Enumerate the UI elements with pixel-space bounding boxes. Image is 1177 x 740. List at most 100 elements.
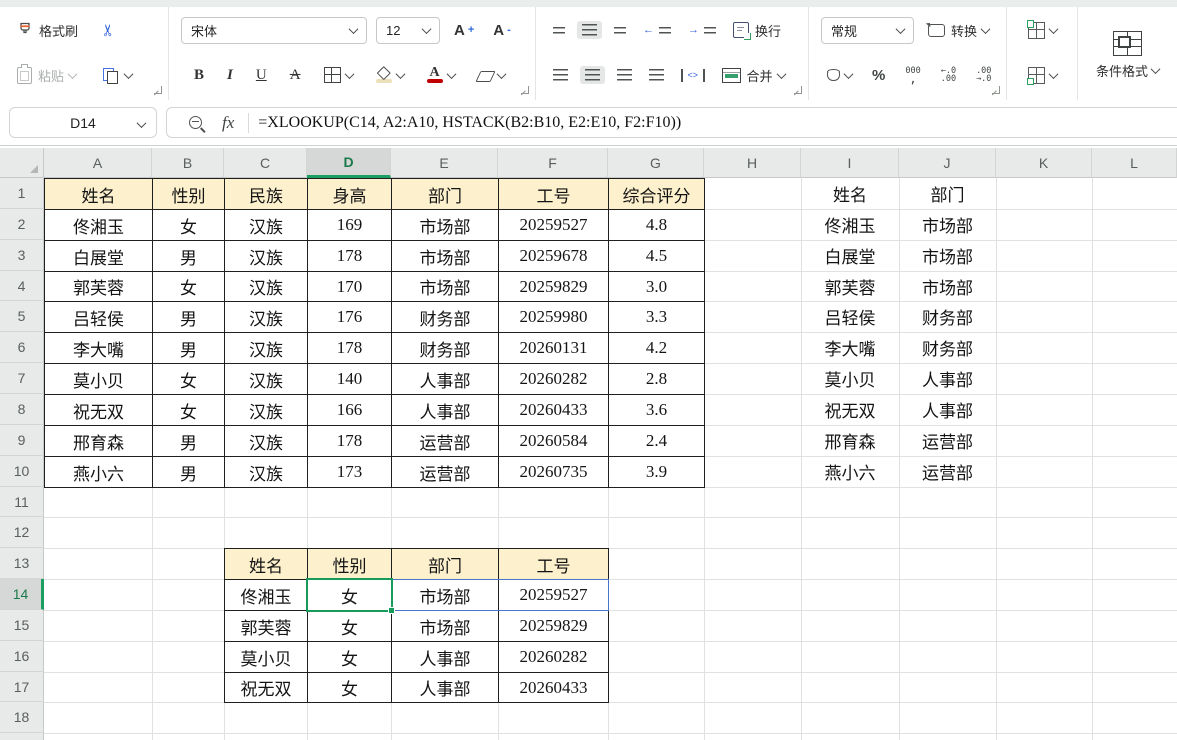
cell-F6[interactable]: 20260131 [498, 332, 609, 364]
cell-I2[interactable]: 佟湘玉 [801, 209, 899, 240]
cell-A1[interactable]: 姓名 [44, 178, 153, 210]
cell-I10[interactable]: 燕小六 [801, 456, 899, 487]
formula-input-area[interactable]: fx =XLOOKUP(C14, A2:A10, HSTACK(B2:B10, … [166, 107, 1177, 138]
cell-J3[interactable]: 市场部 [899, 240, 996, 271]
conditional-format-button[interactable]: 条件格式 [1091, 28, 1164, 83]
row-header-4[interactable]: 4 [0, 271, 44, 301]
formula-search-icon[interactable] [189, 116, 202, 129]
align-middle-button[interactable] [577, 21, 602, 39]
cell-G5[interactable]: 3.3 [608, 301, 705, 333]
row-header-13[interactable]: 13 [0, 548, 44, 579]
cell-B10[interactable]: 男 [152, 456, 225, 488]
cell-J2[interactable]: 市场部 [899, 209, 996, 240]
row-header-5[interactable]: 5 [0, 301, 44, 332]
increase-decimal-button[interactable]: ←.0.00 [936, 64, 961, 87]
cell-G1[interactable]: 综合评分 [608, 178, 705, 210]
cell-F2[interactable]: 20259527 [498, 209, 609, 241]
row-header-16[interactable]: 16 [0, 641, 44, 672]
percent-button[interactable]: % [867, 64, 890, 87]
column-header-B[interactable]: B [152, 148, 224, 178]
fx-icon[interactable]: fx [222, 113, 234, 133]
cell-A5[interactable]: 吕轻侯 [44, 301, 153, 333]
cell-D2[interactable]: 169 [307, 209, 392, 241]
column-header-J[interactable]: J [899, 148, 996, 178]
cell-C14[interactable]: 佟湘玉 [224, 579, 308, 611]
cell-D8[interactable]: 166 [307, 394, 392, 426]
cell-F3[interactable]: 20259678 [498, 240, 609, 272]
cell-C8[interactable]: 汉族 [224, 394, 308, 426]
row-header-8[interactable]: 8 [0, 394, 44, 425]
cell-C1[interactable]: 民族 [224, 178, 308, 210]
cell-B4[interactable]: 女 [152, 271, 225, 302]
copy-button[interactable] [98, 65, 137, 86]
italic-button[interactable]: I [222, 64, 238, 87]
cell-B9[interactable]: 男 [152, 425, 225, 457]
cut-button[interactable]: ✂ [98, 20, 121, 40]
cell-F15[interactable]: 20259829 [498, 610, 609, 642]
cell-E6[interactable]: 财务部 [391, 332, 499, 364]
bold-button[interactable]: B [189, 64, 209, 87]
cell-D6[interactable]: 178 [307, 332, 392, 364]
alignment-dialog-launcher[interactable] [794, 86, 802, 94]
cell-J5[interactable]: 财务部 [899, 301, 996, 332]
cell-A7[interactable]: 莫小贝 [44, 363, 153, 395]
cell-F16[interactable]: 20260282 [498, 641, 609, 673]
thousands-separator-button[interactable]: 000, [900, 64, 925, 87]
merge-cells-button[interactable]: 合并 [717, 63, 790, 88]
justify-button[interactable] [644, 66, 669, 84]
column-header-A[interactable]: A [44, 148, 152, 178]
cell-C15[interactable]: 郭芙蓉 [224, 610, 308, 642]
cell-D17[interactable]: 女 [307, 672, 392, 703]
cell-E14[interactable]: 市场部 [391, 579, 499, 611]
cell-A9[interactable]: 邢育森 [44, 425, 153, 457]
cell-A8[interactable]: 祝无双 [44, 394, 153, 426]
cell-E1[interactable]: 部门 [391, 178, 499, 210]
wrap-text-button[interactable]: 换行 [728, 18, 786, 43]
cell-A10[interactable]: 燕小六 [44, 456, 153, 488]
cell-J10[interactable]: 运营部 [899, 456, 996, 487]
cell-E3[interactable]: 市场部 [391, 240, 499, 272]
clipboard-dialog-launcher[interactable] [154, 86, 162, 94]
cell-G8[interactable]: 3.6 [608, 394, 705, 426]
paste-button[interactable]: 粘贴 [12, 63, 81, 88]
cell-E16[interactable]: 人事部 [391, 641, 499, 673]
column-header-G[interactable]: G [608, 148, 704, 178]
cell-D14[interactable]: 女 [307, 579, 392, 611]
cell-A4[interactable]: 郭芙蓉 [44, 271, 153, 302]
eraser-button[interactable] [473, 66, 510, 85]
column-header-F[interactable]: F [498, 148, 608, 178]
cell-I7[interactable]: 莫小贝 [801, 363, 899, 394]
row-header-14[interactable]: 14 [0, 579, 44, 610]
cell-D16[interactable]: 女 [307, 641, 392, 673]
decrease-indent-button[interactable]: ← [638, 22, 676, 38]
borders-button[interactable] [319, 64, 358, 86]
distribute-button[interactable]: <> [676, 66, 710, 85]
column-header-I[interactable]: I [801, 148, 899, 178]
increase-indent-button[interactable]: → [683, 22, 721, 38]
cell-B7[interactable]: 女 [152, 363, 225, 395]
cell-F10[interactable]: 20260735 [498, 456, 609, 488]
cell-B8[interactable]: 女 [152, 394, 225, 426]
cell-C4[interactable]: 汉族 [224, 271, 308, 302]
cell-B2[interactable]: 女 [152, 209, 225, 241]
cell-E9[interactable]: 运营部 [391, 425, 499, 457]
decrease-font-button[interactable]: A- [488, 19, 516, 42]
cell-J7[interactable]: 人事部 [899, 363, 996, 394]
cell-I8[interactable]: 祝无双 [801, 394, 899, 425]
cell-B5[interactable]: 男 [152, 301, 225, 333]
cell-G4[interactable]: 3.0 [608, 271, 705, 302]
cell-A2[interactable]: 佟湘玉 [44, 209, 153, 241]
cell-F8[interactable]: 20260433 [498, 394, 609, 426]
cell-D5[interactable]: 176 [307, 301, 392, 333]
row-header-9[interactable]: 9 [0, 425, 44, 456]
cell-I1[interactable]: 姓名 [801, 178, 899, 209]
row-header-3[interactable]: 3 [0, 240, 44, 271]
row-header-17[interactable]: 17 [0, 672, 44, 702]
cell-F5[interactable]: 20259980 [498, 301, 609, 333]
cell-D3[interactable]: 178 [307, 240, 392, 272]
cell-D7[interactable]: 140 [307, 363, 392, 395]
cell-G7[interactable]: 2.8 [608, 363, 705, 395]
convert-button[interactable]: 转换 [923, 18, 994, 43]
cell-I3[interactable]: 白展堂 [801, 240, 899, 271]
cell-C5[interactable]: 汉族 [224, 301, 308, 333]
